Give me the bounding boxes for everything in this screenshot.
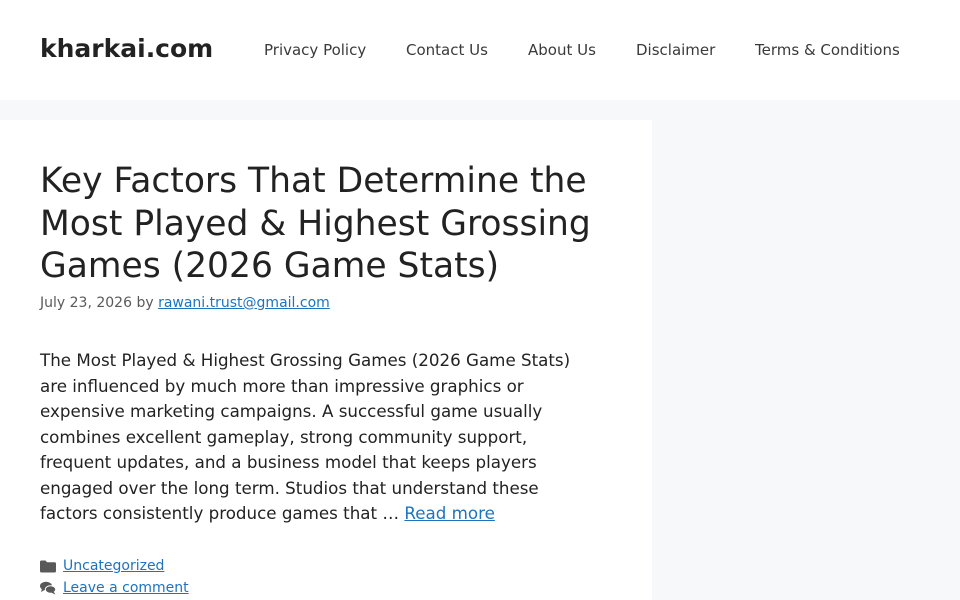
category-link-uncategorized[interactable]: Uncategorized — [63, 558, 164, 574]
nav-item-contact-us[interactable]: Contact Us — [406, 38, 488, 62]
nav-item-privacy-policy[interactable]: Privacy Policy — [264, 38, 366, 62]
read-more-link[interactable]: Read more — [404, 503, 494, 523]
post-by-label: by — [136, 295, 154, 311]
site-title-link[interactable]: kharkai.com — [40, 33, 213, 65]
nav-item-disclaimer[interactable]: Disclaimer — [636, 38, 715, 62]
site-header: kharkai.com Privacy Policy Contact Us Ab… — [0, 0, 960, 100]
post-comments: Leave a comment — [40, 579, 189, 597]
post-date: July 23, 2026 — [40, 295, 132, 311]
post-author-link[interactable]: rawani.trust@gmail.com — [158, 295, 330, 311]
sidebar — [652, 120, 960, 600]
post-excerpt: The Most Played & Highest Grossing Games… — [40, 348, 600, 527]
post-meta: July 23, 2026 by rawani.trust@gmail.com — [40, 294, 330, 312]
post-title[interactable]: Key Factors That Determine the Most Play… — [40, 160, 620, 288]
post-categories: Uncategorized — [40, 557, 164, 575]
leave-comment-link[interactable]: Leave a comment — [63, 580, 189, 596]
nav-item-about-us[interactable]: About Us — [528, 38, 596, 62]
post-excerpt-text: The Most Played & Highest Grossing Games… — [40, 350, 571, 523]
folder-icon — [40, 560, 56, 573]
nav-item-terms-conditions[interactable]: Terms & Conditions — [755, 38, 900, 62]
comments-icon — [40, 581, 56, 595]
